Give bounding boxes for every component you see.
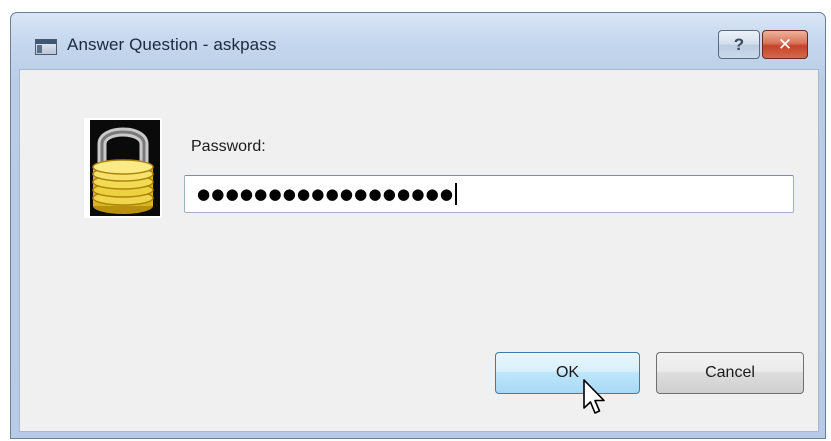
title-bar[interactable]: Answer Question - askpass ? ✕: [11, 13, 825, 69]
ok-button[interactable]: OK: [495, 352, 640, 394]
window-title: Answer Question - askpass: [67, 35, 277, 54]
password-field[interactable]: ●●●●●●●●●●●●●●●●●●: [184, 175, 794, 213]
cancel-label: Cancel: [705, 364, 755, 381]
help-icon: ?: [733, 34, 745, 54]
password-label: Password:: [191, 138, 266, 155]
password-value: ●●●●●●●●●●●●●●●●●●: [197, 184, 455, 203]
text-caret: [455, 183, 458, 205]
help-button[interactable]: ?: [718, 30, 760, 59]
padlock-icon: [84, 118, 162, 218]
icon-bar: [36, 40, 56, 44]
window-app-icon[interactable]: [35, 39, 57, 55]
close-icon: ✕: [777, 34, 793, 54]
ok-label: OK: [555, 364, 580, 381]
close-button[interactable]: ✕: [762, 30, 808, 59]
cancel-button[interactable]: Cancel: [656, 352, 804, 394]
icon-panel: [37, 45, 42, 53]
